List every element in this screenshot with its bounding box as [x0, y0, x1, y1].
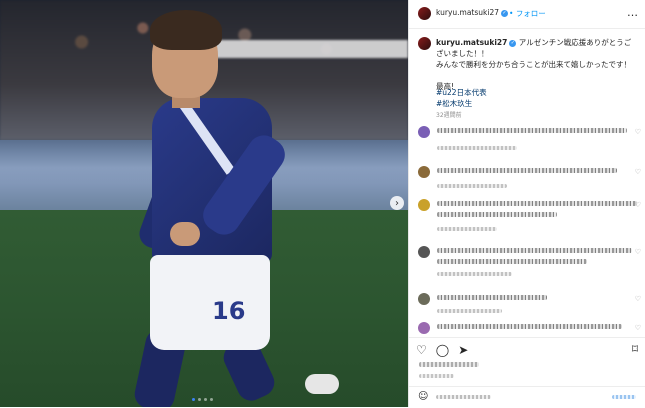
- comment-item: ♡: [418, 166, 643, 192]
- carousel-dot: [210, 398, 213, 401]
- carousel-dot: [198, 398, 201, 401]
- commenter-avatar[interactable]: [418, 166, 430, 178]
- caption-avatar[interactable]: [418, 37, 431, 50]
- chevron-right-icon: ›: [395, 197, 399, 209]
- hashtag-link[interactable]: #u22日本代表: [436, 87, 487, 98]
- blurred-comment-text: [437, 259, 587, 264]
- comment-icon[interactable]: ◯: [436, 343, 449, 357]
- heart-icon[interactable]: ♡: [635, 295, 641, 303]
- blurred-comment-meta: [437, 227, 497, 231]
- verified-badge-icon: ✓: [501, 9, 508, 17]
- blurred-comment-text: [437, 168, 617, 173]
- blurred-comment-text: [437, 201, 637, 206]
- follow-button[interactable]: • フォロー: [509, 8, 546, 19]
- header-username[interactable]: kuryu.matsuki27: [436, 8, 499, 17]
- commenter-avatar[interactable]: [418, 293, 430, 305]
- heart-icon[interactable]: ♡: [635, 168, 641, 176]
- commenter-avatar[interactable]: [418, 246, 430, 258]
- heart-icon[interactable]: ♡: [635, 324, 641, 332]
- post-header: kuryu.matsuki27 ✓ • フォロー …: [409, 0, 645, 29]
- share-icon[interactable]: ➤: [458, 343, 468, 357]
- blurred-comment-text: [437, 324, 622, 329]
- heart-icon[interactable]: ♡: [635, 128, 641, 136]
- comment-item: ♡: [418, 126, 643, 152]
- post-comment-button[interactable]: [612, 395, 636, 399]
- hashtag-link[interactable]: #松木玖生: [436, 98, 487, 109]
- jersey-number: 16: [212, 297, 246, 325]
- like-heart-icon[interactable]: ♡: [416, 343, 427, 357]
- instagram-post-view: 16 › kuryu.matsuki27 ✓ • フォロー … kuryu.mat…: [0, 0, 645, 407]
- post-side-panel: kuryu.matsuki27 ✓ • フォロー … kuryu.matsuki2…: [408, 0, 645, 407]
- emoji-icon[interactable]: ☺: [418, 391, 428, 402]
- blurred-post-date: [419, 374, 454, 378]
- comment-item: ♡: [418, 199, 643, 231]
- action-icons: ♡ ◯ ➤: [416, 343, 468, 357]
- commenter-avatar[interactable]: [418, 322, 430, 334]
- comment-item: ♡: [418, 293, 643, 319]
- carousel-dot: [192, 398, 195, 401]
- carousel-dots: [192, 398, 213, 401]
- comment-item: ♡: [418, 246, 643, 276]
- caption-line2: みんなで勝利を分かち合うことが出来て嬉しかったです！: [436, 60, 631, 69]
- blurred-comment-text: [437, 128, 627, 133]
- hashtags: #u22日本代表 #松木玖生: [436, 87, 487, 109]
- bookmark-icon[interactable]: ⌑: [632, 342, 638, 356]
- caption-username[interactable]: kuryu.matsuki27: [436, 38, 507, 47]
- carousel-next-button[interactable]: ›: [390, 196, 404, 210]
- blurred-comment-text: [437, 212, 557, 217]
- carousel-dot: [204, 398, 207, 401]
- blurred-comment-meta: [437, 309, 502, 313]
- heart-icon[interactable]: ♡: [635, 248, 641, 256]
- post-photo[interactable]: 16 ›: [0, 0, 408, 407]
- blurred-comment-text: [437, 248, 632, 253]
- commenter-avatar[interactable]: [418, 126, 430, 138]
- blurred-comment-text: [437, 295, 547, 300]
- avatar[interactable]: [418, 7, 431, 20]
- football-player: 16: [0, 0, 408, 407]
- caption-text: kuryu.matsuki27 ✓ アルゼンチン戦応援ありがとうございました！！ …: [436, 37, 636, 92]
- blurred-likes-count: [419, 362, 479, 367]
- comment-item: ♡: [418, 322, 643, 334]
- blurred-comment-meta: [437, 184, 507, 188]
- more-icon[interactable]: …: [627, 6, 639, 19]
- heart-icon[interactable]: ♡: [635, 201, 641, 209]
- blurred-comment-meta: [437, 272, 512, 276]
- comment-input[interactable]: [436, 395, 491, 399]
- blurred-comment-meta: [437, 146, 517, 150]
- commenter-avatar[interactable]: [418, 199, 430, 211]
- verified-badge-icon: ✓: [509, 39, 517, 47]
- post-time-ago: 32週間前: [436, 112, 462, 119]
